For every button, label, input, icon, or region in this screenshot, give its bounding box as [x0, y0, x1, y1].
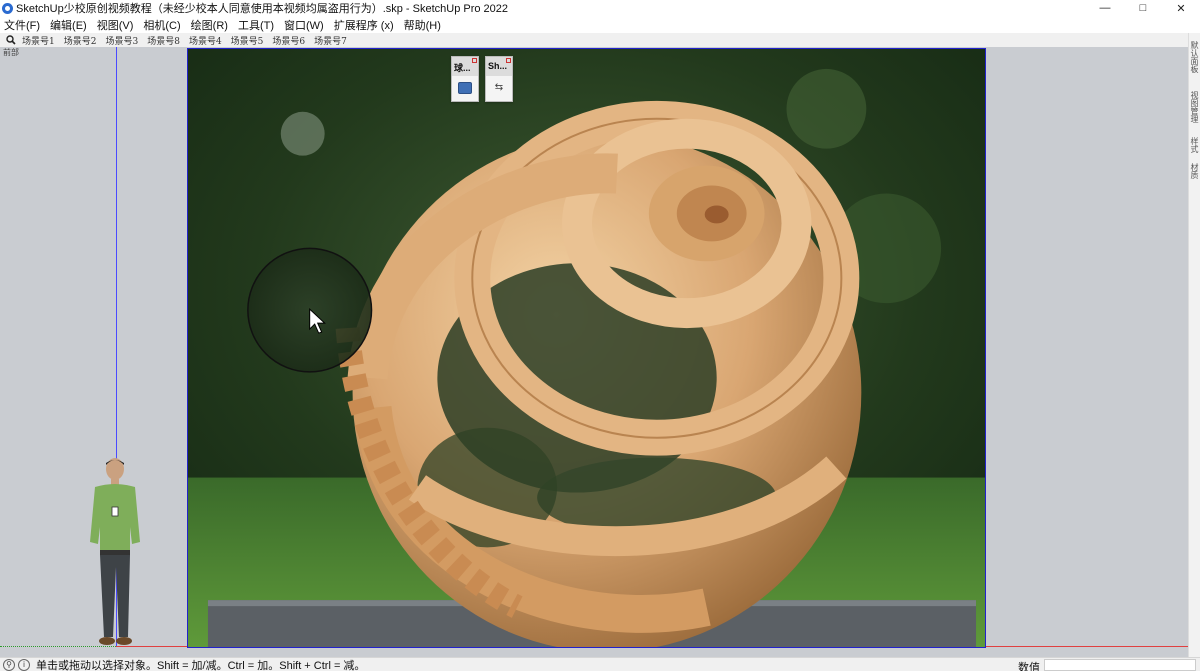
- close-icon[interactable]: [506, 58, 511, 63]
- scene-tab[interactable]: 场景号8: [147, 34, 180, 47]
- tray-item-styles[interactable]: 样式: [1190, 137, 1200, 153]
- view-label: 前部: [3, 48, 19, 57]
- scale-figure-person: [90, 458, 140, 645]
- toolbar-title: Sh...: [486, 57, 512, 76]
- menu-help[interactable]: 帮助(H): [404, 17, 441, 33]
- status-bar: ⚲ i 单击或拖动以选择对象。Shift = 加/减。Ctrl = 加。Shif…: [0, 657, 1200, 671]
- menu-window[interactable]: 窗口(W): [284, 17, 324, 33]
- window-title: SketchUp少校原创视频教程（未经少校本人同意使用本视频均属盗用行为）.sk…: [16, 3, 509, 15]
- menu-view[interactable]: 视图(V): [97, 17, 134, 33]
- floating-toolbar-sh[interactable]: Sh... ⇆: [485, 56, 513, 102]
- menu-bar: 文件(F) 编辑(E) 视图(V) 相机(C) 绘图(R) 工具(T) 窗口(W…: [0, 16, 1200, 33]
- blue-square-icon[interactable]: [458, 82, 472, 94]
- menu-file[interactable]: 文件(F): [4, 17, 40, 33]
- menu-tools[interactable]: 工具(T): [238, 17, 274, 33]
- floating-toolbar-sphere[interactable]: 球...: [451, 56, 479, 102]
- measurements-label: 数值: [1018, 662, 1040, 671]
- geo-location-icon[interactable]: ⚲: [3, 658, 15, 671]
- toolbar-title: 球...: [452, 57, 478, 76]
- close-button[interactable]: ✕: [1162, 0, 1200, 16]
- title-bar: SketchUp少校原创视频教程（未经少校本人同意使用本视频均属盗用行为）.sk…: [0, 0, 1200, 16]
- scene-tab[interactable]: 场景号1: [22, 34, 55, 47]
- status-hint-text: 单击或拖动以选择对象。Shift = 加/减。Ctrl = 加。Shift + …: [36, 659, 366, 671]
- window-controls: — □ ✕: [1086, 0, 1200, 16]
- wooden-sphere-photo: [188, 49, 985, 647]
- scene-tabs-bar: 场景号1 场景号2 场景号3 场景号8 场景号4 场景号5 场景号6 场景号7: [0, 33, 1200, 47]
- scene-tab[interactable]: 场景号5: [231, 34, 264, 47]
- minimize-button[interactable]: —: [1086, 0, 1124, 16]
- scene-tab[interactable]: 场景号4: [189, 34, 222, 47]
- menu-edit[interactable]: 编辑(E): [50, 17, 87, 33]
- close-icon[interactable]: [472, 58, 477, 63]
- scene-tab[interactable]: 场景号2: [64, 34, 97, 47]
- scene-tab[interactable]: 场景号6: [272, 34, 305, 47]
- menu-extensions[interactable]: 扩展程序 (x): [334, 17, 394, 33]
- info-icon[interactable]: i: [18, 658, 30, 671]
- scene-tab[interactable]: 场景号3: [105, 34, 138, 47]
- scene-tab[interactable]: 场景号7: [314, 34, 347, 47]
- swap-icon[interactable]: ⇆: [492, 82, 506, 94]
- tray-item-views[interactable]: 视图管理: [1190, 91, 1200, 123]
- imported-image[interactable]: [187, 48, 986, 648]
- maximize-button[interactable]: □: [1124, 0, 1162, 16]
- measurements-input[interactable]: [1044, 659, 1196, 671]
- tray-item-default[interactable]: 默认面板: [1190, 41, 1200, 73]
- model-viewport[interactable]: 前部 球... Sh... ⇆: [0, 47, 1188, 657]
- menu-camera[interactable]: 相机(C): [143, 17, 180, 33]
- default-tray[interactable]: 默认面板 视图管理 样式 材质: [1188, 33, 1200, 657]
- menu-draw[interactable]: 绘图(R): [191, 17, 228, 33]
- search-icon[interactable]: [0, 33, 22, 47]
- tray-item-materials[interactable]: 材质: [1190, 163, 1200, 179]
- sketchup-logo-icon: [2, 2, 13, 14]
